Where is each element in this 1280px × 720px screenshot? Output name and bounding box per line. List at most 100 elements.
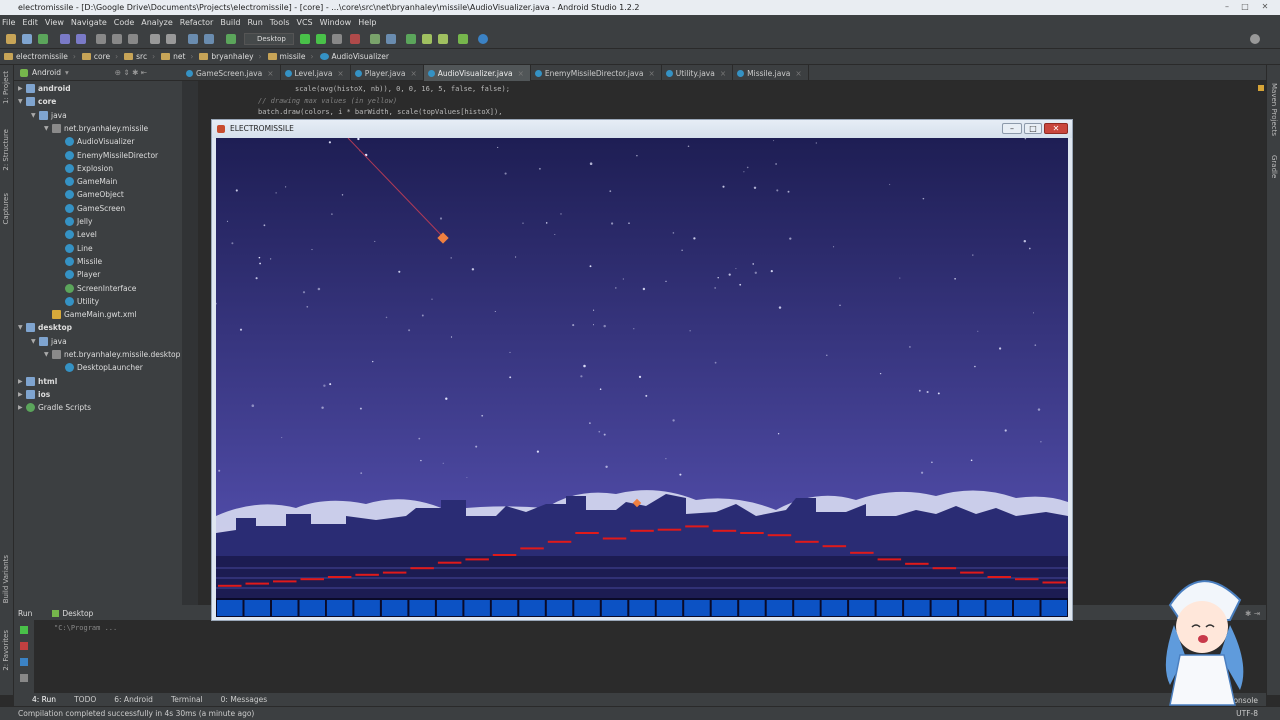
expand-arrow-icon[interactable]: ▶ (18, 85, 26, 92)
save-icon[interactable] (22, 34, 32, 44)
project-tool-tab[interactable]: 1: Project (2, 71, 10, 104)
replace-icon[interactable] (166, 34, 176, 44)
collapse-arrow-icon[interactable]: ▼ (31, 112, 39, 119)
cut-icon[interactable] (96, 34, 106, 44)
rerun-icon[interactable] (20, 626, 28, 634)
editor-tab[interactable]: AudioVisualizer.java × (423, 65, 531, 81)
tree-item[interactable]: ▼ java (31, 109, 67, 122)
menu-file[interactable]: File (2, 18, 15, 27)
tree-item[interactable]: Level (57, 228, 97, 241)
menu-run[interactable]: Run (247, 18, 262, 27)
editor-tab[interactable]: Player.java × (351, 65, 424, 81)
search-icon[interactable] (1250, 34, 1260, 44)
run-panel-config[interactable]: Desktop (62, 609, 93, 618)
tree-item[interactable]: GameMain.gwt.xml (44, 308, 137, 321)
close-tab-icon[interactable]: × (267, 69, 273, 78)
sync-icon[interactable] (38, 34, 48, 44)
redo-icon[interactable] (76, 34, 86, 44)
tree-item[interactable]: ▶ ios (18, 388, 50, 401)
menu-vcs[interactable]: VCS (297, 18, 313, 27)
game-minimize-button[interactable]: – (1002, 123, 1022, 134)
close-tab-icon[interactable]: × (518, 69, 524, 78)
tree-item[interactable]: ▼ java (31, 335, 67, 348)
panel-settings-icon[interactable]: ⊕ ⇕ ✱ ⇤ (115, 68, 147, 77)
back-icon[interactable] (188, 34, 198, 44)
tree-item[interactable]: DesktopLauncher (57, 361, 143, 374)
gradle-sync-icon[interactable] (406, 34, 416, 44)
run-config-dropdown[interactable]: Desktop (244, 33, 294, 45)
open-icon[interactable] (6, 34, 16, 44)
layout-icon[interactable] (20, 674, 28, 682)
tree-item[interactable]: AudioVisualizer (57, 135, 134, 148)
tool-window-todo[interactable]: TODO (74, 695, 96, 704)
tool-window-android[interactable]: 6: Android (114, 695, 153, 704)
close-tab-icon[interactable]: × (410, 69, 416, 78)
menu-navigate[interactable]: Navigate (71, 18, 107, 27)
breadcrumb-item[interactable]: net › (161, 52, 193, 61)
game-close-button[interactable]: ✕ (1044, 123, 1068, 134)
find-icon[interactable] (150, 34, 160, 44)
collapse-arrow-icon[interactable]: ▼ (31, 338, 39, 345)
breadcrumb-item[interactable]: missile › (267, 52, 314, 61)
expand-arrow-icon[interactable]: ▶ (18, 378, 26, 385)
editor-tab[interactable]: Utility.java × (662, 65, 734, 81)
help-icon[interactable] (478, 34, 488, 44)
game-canvas[interactable] (216, 138, 1068, 617)
breadcrumb-item[interactable]: AudioVisualizer (319, 52, 389, 61)
gradle-tool-tab[interactable]: Gradle (1270, 155, 1278, 178)
attach-icon[interactable] (370, 34, 380, 44)
menu-edit[interactable]: Edit (22, 18, 38, 27)
menu-view[interactable]: View (45, 18, 64, 27)
tree-item[interactable]: ▼ net.bryanhaley.missile (44, 122, 148, 135)
tree-item[interactable]: EnemyMissileDirector (57, 149, 158, 162)
tree-item[interactable]: Player (57, 268, 100, 281)
breadcrumb-item[interactable]: bryanhaley › (199, 52, 262, 61)
forward-icon[interactable] (204, 34, 214, 44)
make-icon[interactable] (226, 34, 236, 44)
coverage-icon[interactable] (332, 34, 342, 44)
tree-item[interactable]: ▼ core (18, 95, 56, 108)
tree-item[interactable]: Utility (57, 295, 99, 308)
maven-projects-tool-tab[interactable]: Maven Projects (1270, 83, 1278, 136)
collapse-arrow-icon[interactable]: ▼ (18, 98, 26, 105)
tool-window-messages[interactable]: 0: Messages (221, 695, 267, 704)
sdk-manager-icon[interactable] (438, 34, 448, 44)
collapse-arrow-icon[interactable]: ▼ (44, 351, 52, 358)
menu-tools[interactable]: Tools (270, 18, 290, 27)
tree-item[interactable]: GameObject (57, 188, 124, 201)
expand-arrow-icon[interactable]: ▶ (18, 391, 26, 398)
undo-icon[interactable] (60, 34, 70, 44)
tool-window-terminal[interactable]: Terminal (171, 695, 203, 704)
close-tab-icon[interactable]: × (648, 69, 654, 78)
menu-help[interactable]: Help (358, 18, 376, 27)
build-variants-tool-tab[interactable]: Build Variants (2, 555, 10, 603)
collapse-arrow-icon[interactable]: ▼ (44, 125, 52, 132)
editor-tab[interactable]: GameScreen.java × (182, 65, 281, 81)
tree-item[interactable]: ScreenInterface (57, 282, 136, 295)
breadcrumb-item[interactable]: core › (81, 52, 118, 61)
tree-item[interactable]: ▶ Gradle Scripts (18, 401, 91, 414)
game-window[interactable]: ELECTROMISSILE – □ ✕ (211, 119, 1073, 621)
breadcrumb-item[interactable]: src › (124, 52, 155, 61)
tree-item[interactable]: GameMain (57, 175, 117, 188)
close-tab-icon[interactable]: × (795, 69, 801, 78)
tree-item[interactable]: Missile (57, 255, 102, 268)
avd-manager-icon[interactable] (422, 34, 432, 44)
captures-tool-tab[interactable]: Captures (2, 193, 10, 224)
copy-icon[interactable] (112, 34, 122, 44)
tree-item[interactable]: Line (57, 242, 93, 255)
tree-item[interactable]: ▼ desktop (18, 321, 72, 334)
tool-window-run[interactable]: 4: Run (32, 695, 56, 704)
structure-icon[interactable] (386, 34, 396, 44)
tree-item[interactable]: ▶ android (18, 82, 71, 95)
project-view-selector[interactable]: Android ▾ ⊕ ⇕ ✱ ⇤ (14, 65, 182, 81)
paste-icon[interactable] (128, 34, 138, 44)
minimize-icon[interactable]: – (1222, 3, 1232, 11)
close-icon[interactable]: ✕ (1260, 3, 1270, 11)
menu-analyze[interactable]: Analyze (141, 18, 173, 27)
run-icon[interactable] (300, 34, 310, 44)
menu-code[interactable]: Code (114, 18, 134, 27)
tree-item[interactable]: Explosion (57, 162, 113, 175)
menu-window[interactable]: Window (320, 18, 352, 27)
close-tab-icon[interactable]: × (720, 69, 726, 78)
